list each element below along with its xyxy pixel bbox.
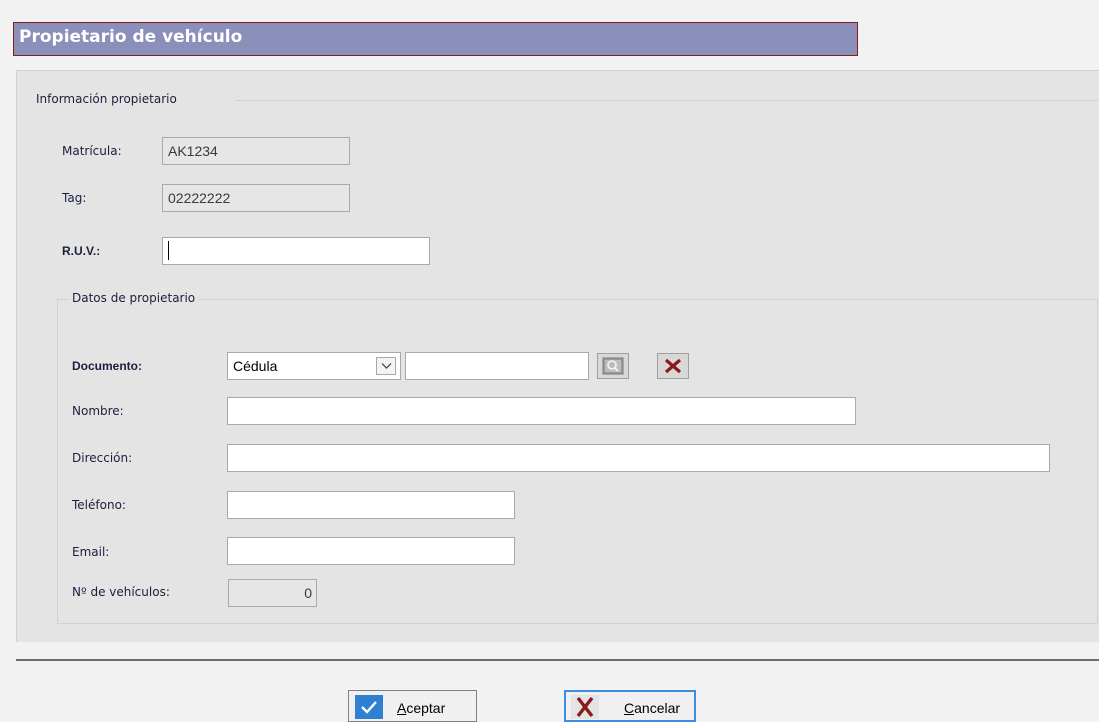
document-type-value: Cédula xyxy=(233,358,278,374)
title-bar: Propietario de vehículo xyxy=(13,22,858,56)
tag-label: Tag: xyxy=(62,191,87,205)
vehicle-count-field xyxy=(228,579,317,607)
cancel-button[interactable]: Cancelar xyxy=(564,690,696,722)
dialog: Propietario de vehículo Información prop… xyxy=(0,0,1099,722)
name-input[interactable] xyxy=(227,397,856,425)
search-button[interactable] xyxy=(597,353,629,379)
email-input[interactable] xyxy=(227,537,515,565)
document-label: Documento: xyxy=(72,359,142,373)
clear-x-icon xyxy=(664,358,682,374)
plate-label: Matrícula: xyxy=(62,144,122,158)
plate-field xyxy=(162,137,350,165)
phone-label: Teléfono: xyxy=(72,498,126,512)
footer-divider xyxy=(16,659,1099,661)
name-label: Nombre: xyxy=(72,404,124,418)
clear-button[interactable] xyxy=(657,353,689,379)
page-title: Propietario de vehículo xyxy=(19,27,243,47)
owner-data-legend: Datos de propietario xyxy=(69,291,199,305)
email-label: Email: xyxy=(72,545,110,559)
phone-input[interactable] xyxy=(227,491,515,519)
document-number-input[interactable] xyxy=(405,352,589,380)
document-type-select[interactable]: Cédula xyxy=(227,352,401,380)
ruv-input[interactable] xyxy=(162,237,430,265)
text-caret xyxy=(168,241,169,260)
search-icon xyxy=(602,357,624,375)
ruv-label: R.U.V.: xyxy=(62,244,101,258)
accept-label: Aceptar xyxy=(397,700,446,716)
tag-field xyxy=(162,184,350,212)
chevron-down-icon[interactable] xyxy=(376,357,396,375)
cancel-x-icon xyxy=(571,695,599,719)
owner-info-legend: Información propietario xyxy=(33,92,180,106)
address-input[interactable] xyxy=(227,444,1050,472)
cancel-label: Cancelar xyxy=(624,700,681,716)
owner-info-divider xyxy=(236,100,1098,101)
vehicle-count-label: Nº de vehículos: xyxy=(72,585,170,599)
address-label: Dirección: xyxy=(72,451,133,465)
accept-button[interactable]: Aceptar xyxy=(348,690,477,722)
checkmark-icon xyxy=(355,695,383,719)
